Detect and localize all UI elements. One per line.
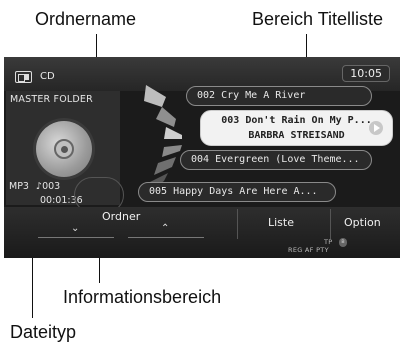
track-artist: BARBRA STREISAND: [248, 130, 345, 141]
disc-hole: [61, 146, 68, 153]
folder-name: MASTER FOLDER: [10, 94, 93, 105]
track-label: 005 Happy Days Are Here A...: [149, 186, 318, 197]
head-unit-screen: CD 10:05 MASTER FOLDER MP3 ♪003 00:01:36…: [4, 57, 400, 258]
callout-dateityp: Dateityp: [10, 322, 77, 342]
track-item[interactable]: 004 Evergreen (Love Theme...: [180, 150, 372, 170]
fan-segment: [144, 85, 166, 107]
folder-up-button[interactable]: ⌃: [128, 222, 204, 238]
fan-segment: [164, 127, 182, 139]
track-item-selected[interactable]: 003 Don't Rain On My P... BARBRA STREISA…: [200, 110, 393, 146]
track-item[interactable]: 005 Happy Days Are Here A...: [138, 182, 336, 202]
option-button[interactable]: Option: [344, 216, 381, 229]
divider: [330, 209, 331, 239]
track-label: 004 Evergreen (Love Theme...: [191, 154, 360, 165]
cd-source-icon: [15, 71, 32, 83]
callout-ordnername: Ordnername: [35, 9, 137, 29]
track-item[interactable]: 002 Cry Me A River: [186, 86, 372, 106]
divider: [237, 209, 238, 239]
chevron-up-icon: ⌃: [161, 223, 170, 234]
status-tp: TP: [324, 238, 333, 246]
track-number: ♪003: [36, 181, 61, 192]
disc-hub: [54, 139, 74, 159]
fan-segment: [162, 145, 182, 157]
clock: 10:05: [342, 65, 390, 82]
chevron-down-icon: ⌄: [71, 223, 80, 234]
fan-segment: [154, 157, 176, 175]
fan-segment: [156, 107, 176, 127]
folder-down-button[interactable]: ⌄: [38, 222, 114, 238]
play-icon[interactable]: [369, 121, 383, 135]
file-type: MP3: [9, 181, 29, 192]
disc-icon: [36, 121, 92, 177]
bottom-bar: Ordner ⌄ ⌃ Liste Option TP REG AF PTY ʙ: [4, 207, 400, 258]
bluetooth-icon: ʙ: [339, 238, 347, 247]
callout-informationsbereich: Informationsbereich: [63, 287, 222, 307]
source-label: CD: [40, 71, 55, 82]
status-flags: REG AF PTY: [288, 246, 329, 254]
scroll-fan-icon: [144, 85, 182, 193]
track-title: 003 Don't Rain On My P...: [221, 115, 372, 126]
callout-bereich-titelliste: Bereich Titelliste: [252, 9, 384, 29]
list-button[interactable]: Liste: [268, 216, 294, 229]
track-label: 002 Cry Me A River: [197, 90, 306, 101]
